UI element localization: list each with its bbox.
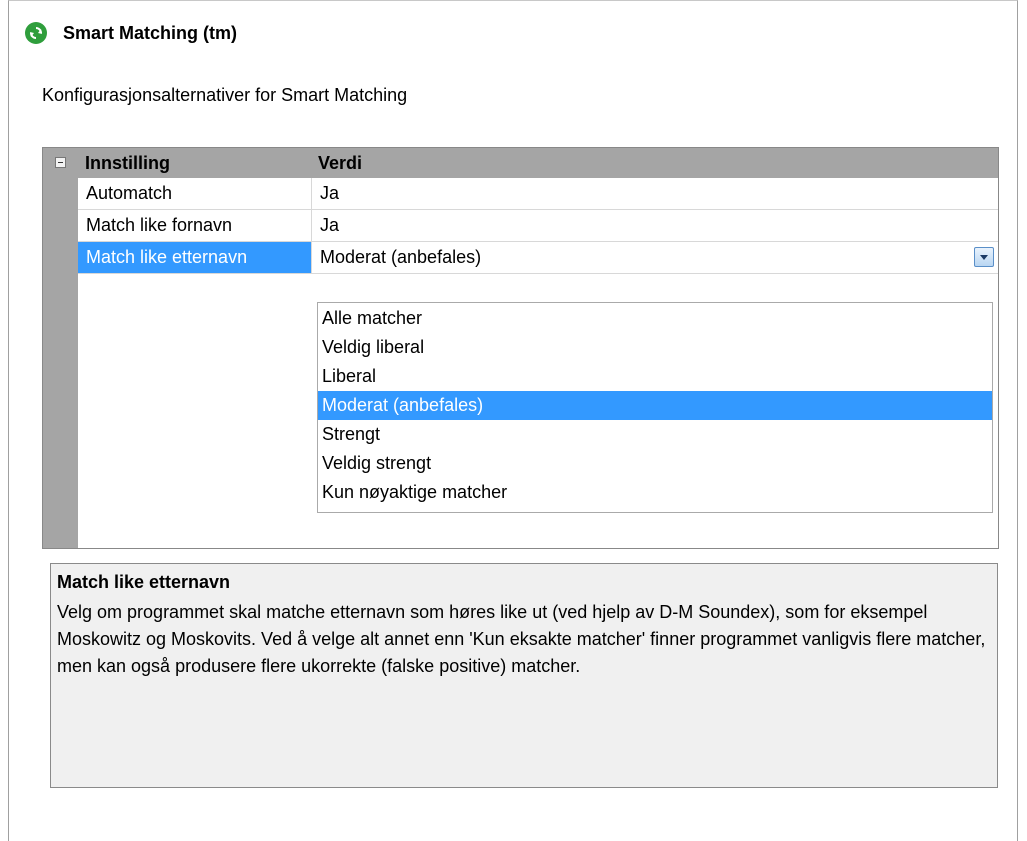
dropdown-listbox[interactable]: Alle matcher Veldig liberal Liberal Mode… — [317, 302, 993, 513]
column-header-value: Verdi — [318, 153, 363, 173]
collapse-icon[interactable] — [55, 157, 66, 168]
grid-row-automatch[interactable]: Automatch Ja — [78, 178, 998, 210]
dropdown-option[interactable]: Strengt — [318, 420, 992, 449]
dropdown-option-selected[interactable]: Moderat (anbefales) — [318, 391, 992, 420]
dropdown-option[interactable]: Kun nøyaktige matcher — [318, 478, 992, 507]
description-title: Match like etternavn — [57, 572, 231, 592]
dropdown-current-value[interactable]: Moderat (anbefales) — [320, 242, 481, 273]
column-header-setting: Innstilling — [85, 153, 170, 173]
grid-row-value[interactable]: Ja — [320, 178, 339, 209]
grid-row-label: Automatch — [78, 178, 312, 209]
refresh-icon — [25, 22, 47, 44]
grid-row-label: Match like etternavn — [78, 242, 312, 273]
smart-matching-panel: Smart Matching (tm) Konfigurasjonsaltern… — [8, 0, 1018, 841]
panel-header: Smart Matching (tm) — [25, 19, 237, 47]
chevron-down-icon[interactable] — [974, 247, 994, 267]
panel-subtitle: Konfigurasjonsalternativer for Smart Mat… — [42, 85, 408, 105]
grid-row-label: Match like fornavn — [78, 210, 312, 241]
grid-row-match-last-names[interactable]: Match like etternavn Moderat (anbefales) — [78, 242, 998, 274]
grid-header: Innstilling Verdi — [43, 148, 998, 178]
description-box: Match like etternavn Velg om programmet … — [50, 563, 998, 788]
dropdown-option[interactable]: Alle matcher — [318, 304, 992, 333]
grid-gutter — [43, 148, 78, 548]
dropdown-option[interactable]: Liberal — [318, 362, 992, 391]
grid-row-value[interactable]: Ja — [320, 210, 339, 241]
dropdown-option[interactable]: Veldig strengt — [318, 449, 992, 478]
description-text: Velg om programmet skal matche etternavn… — [57, 602, 986, 676]
dropdown-option[interactable]: Veldig liberal — [318, 333, 992, 362]
panel-title: Smart Matching (tm) — [63, 22, 238, 43]
grid-row-match-first-names[interactable]: Match like fornavn Ja — [78, 210, 998, 242]
